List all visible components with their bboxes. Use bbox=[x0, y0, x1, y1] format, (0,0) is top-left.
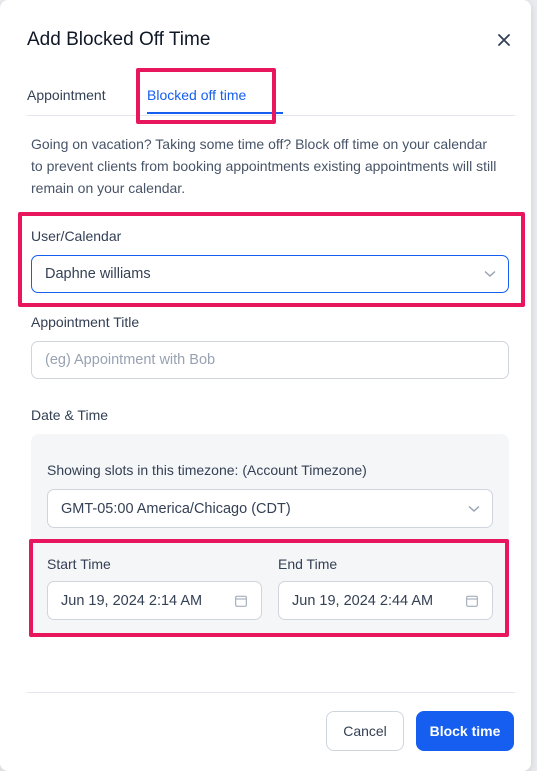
footer-divider bbox=[27, 692, 515, 693]
tab-bar: Appointment Blocked off time bbox=[27, 70, 515, 116]
tab-appointment[interactable]: Appointment bbox=[27, 87, 106, 103]
appointment-title-placeholder: (eg) Appointment with Bob bbox=[45, 352, 216, 368]
chevron-down-icon bbox=[468, 505, 480, 512]
tab-blocked-off-time[interactable]: Blocked off time bbox=[147, 87, 246, 103]
close-icon bbox=[498, 34, 510, 46]
calendar-icon bbox=[466, 595, 478, 607]
modal-title: Add Blocked Off Time bbox=[27, 29, 211, 50]
timezone-label: Showing slots in this timezone: (Account… bbox=[47, 462, 367, 478]
start-time-label: Start Time bbox=[47, 556, 111, 572]
description-text: Going on vacation? Taking some time off?… bbox=[31, 136, 497, 196]
appointment-title-label: Appointment Title bbox=[31, 314, 140, 330]
timezone-value: GMT-05:00 America/Chicago (CDT) bbox=[61, 500, 291, 517]
end-time-picker[interactable]: Jun 19, 2024 2:44 AM bbox=[278, 581, 493, 620]
active-tab-indicator bbox=[147, 112, 283, 114]
end-time-label: End Time bbox=[278, 556, 338, 572]
timezone-select[interactable]: GMT-05:00 America/Chicago (CDT) bbox=[47, 489, 493, 528]
user-calendar-value: Daphne williams bbox=[45, 266, 151, 282]
add-blocked-time-modal: Add Blocked Off Time Appointment Blocked… bbox=[0, 0, 531, 771]
cancel-button[interactable]: Cancel bbox=[326, 711, 404, 751]
calendar-icon bbox=[235, 595, 247, 607]
appointment-title-input[interactable]: (eg) Appointment with Bob bbox=[31, 341, 509, 379]
end-time-value: Jun 19, 2024 2:44 AM bbox=[292, 592, 434, 609]
start-time-value: Jun 19, 2024 2:14 AM bbox=[61, 592, 203, 609]
date-time-label: Date & Time bbox=[31, 407, 109, 423]
block-time-button[interactable]: Block time bbox=[416, 711, 514, 751]
chevron-down-icon bbox=[484, 270, 496, 277]
user-calendar-select[interactable]: Daphne williams bbox=[31, 255, 509, 293]
user-calendar-label: User/Calendar bbox=[31, 228, 122, 244]
start-time-picker[interactable]: Jun 19, 2024 2:14 AM bbox=[47, 581, 262, 620]
close-button[interactable] bbox=[493, 29, 515, 51]
